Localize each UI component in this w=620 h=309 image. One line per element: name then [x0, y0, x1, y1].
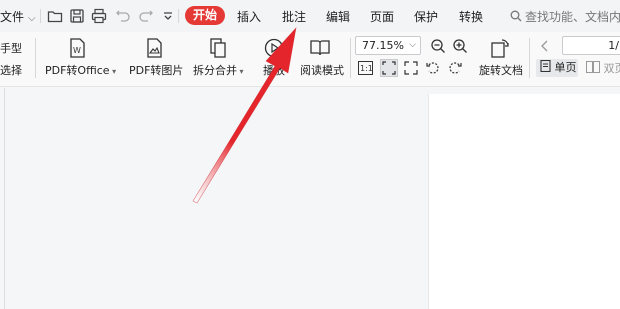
annotation-arrow	[192, 27, 297, 204]
